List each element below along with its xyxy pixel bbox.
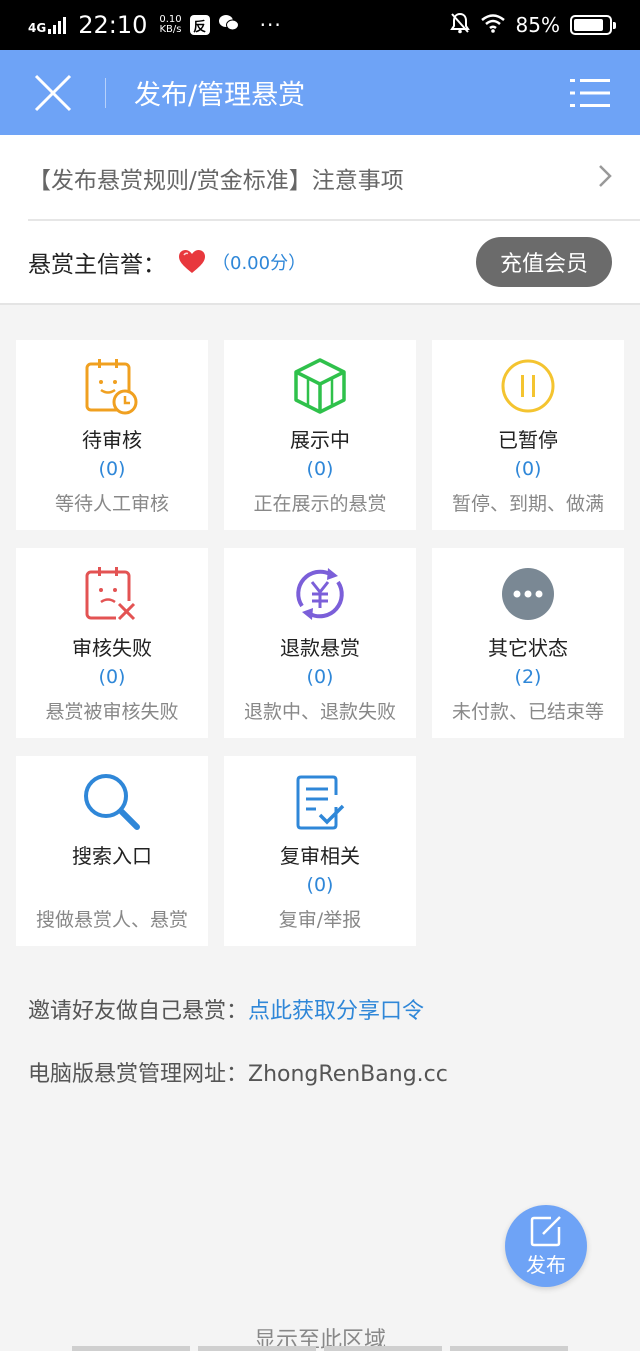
card-count: (0) (306, 458, 334, 480)
card-title: 审核失败 (72, 636, 152, 660)
page-title: 发布/管理悬赏 (134, 80, 306, 111)
pending-review-icon (16, 356, 208, 416)
card-desc: 悬赏被审核失败 (45, 701, 179, 723)
card-desc: 等待人工审核 (54, 493, 169, 515)
publish-button[interactable]: 发布 (505, 1205, 587, 1287)
menu-button[interactable] (540, 50, 640, 135)
title-bar: 发布/管理悬赏 (0, 50, 640, 135)
signal-bars-icon (48, 16, 67, 34)
invite-label: 邀请好友做自己悬赏： (28, 999, 249, 1024)
card-count: (0) (98, 458, 126, 480)
wifi-icon (480, 13, 506, 38)
refund-icon (224, 564, 416, 624)
card-count: (0) (514, 458, 542, 480)
card-title: 待审核 (82, 428, 142, 452)
battery-level (574, 19, 603, 31)
share-code-link[interactable]: 点此获取分享口令 (248, 999, 424, 1024)
credit-row: 悬赏主信誉： （0.00分） 充值会员 (0, 221, 640, 305)
rules-notice-text: 【发布悬赏规则/赏金标准】注意事项 (28, 168, 404, 194)
close-button[interactable] (0, 50, 106, 135)
more-notifications-icon: ··· (259, 13, 282, 37)
card-title: 复审相关 (280, 844, 360, 868)
recheck-icon (224, 772, 416, 832)
status-bar: 4G 22:10 0.10 KB/s 反 ··· 85% (0, 0, 640, 50)
card-count: (0) (306, 666, 334, 688)
card-title: 展示中 (290, 428, 350, 452)
invite-row: 邀请好友做自己悬赏：点此获取分享口令 (28, 993, 424, 1025)
card-title: 搜索入口 (72, 844, 152, 868)
card-desc: 未付款、已结束等 (451, 701, 604, 723)
app-notification-icon: 反 (189, 15, 210, 35)
card-desc: 退款中、退款失败 (243, 701, 396, 723)
cube-icon (224, 356, 416, 416)
card-desc: 暂停、到期、做满 (451, 493, 604, 515)
recharge-member-button[interactable]: 充值会员 (476, 237, 612, 287)
wechat-icon (218, 13, 240, 37)
card-recheck[interactable]: 复审相关 (0) 复审/举报 (224, 756, 416, 946)
network-speed: 0.10 KB/s (159, 15, 181, 35)
pc-url-row: 电脑版悬赏管理网址：ZhongRenBang.cc (28, 1056, 448, 1088)
card-pending-review[interactable]: 待审核 (0) 等待人工审核 (16, 340, 208, 530)
mute-bell-icon (449, 12, 470, 39)
pc-url: ZhongRenBang.cc (248, 1062, 448, 1087)
card-search[interactable]: 搜索入口 搜做悬赏人、悬赏 (16, 756, 208, 946)
signal-indicator: 4G (28, 16, 67, 35)
card-showing[interactable]: 展示中 (0) 正在展示的悬赏 (224, 340, 416, 530)
card-count: (0) (98, 666, 126, 688)
card-other-status[interactable]: 其它状态 (2) 未付款、已结束等 (432, 548, 624, 738)
list-menu-icon (570, 78, 610, 107)
card-desc: 复审/举报 (278, 909, 362, 931)
heart-icon (178, 249, 206, 279)
edit-icon (530, 1215, 561, 1246)
card-title: 退款悬赏 (280, 636, 360, 660)
card-review-failed[interactable]: 审核失败 (0) 悬赏被审核失败 (16, 548, 208, 738)
rules-notice-link[interactable]: 【发布悬赏规则/赏金标准】注意事项 (0, 135, 640, 221)
card-desc: 正在展示的悬赏 (253, 493, 387, 515)
pause-icon (432, 356, 624, 416)
battery-icon (570, 15, 616, 35)
review-failed-icon (16, 564, 208, 624)
credit-label: 悬赏主信誉： (28, 252, 166, 278)
bottom-tab-strip (72, 1346, 568, 1351)
battery-percent: 85% (515, 13, 560, 37)
card-title: 其它状态 (488, 636, 568, 660)
card-desc: 搜做悬赏人、悬赏 (35, 909, 188, 931)
credit-score: （0.00分） (212, 253, 307, 274)
card-title: 已暂停 (498, 428, 558, 452)
search-icon (16, 772, 208, 832)
card-paused[interactable]: 已暂停 (0) 暂停、到期、做满 (432, 340, 624, 530)
card-count: (2) (514, 666, 542, 688)
card-count: (0) (306, 874, 334, 896)
chevron-right-icon (598, 164, 612, 192)
publish-label: 发布 (526, 1252, 566, 1277)
clock: 22:10 (78, 11, 148, 39)
card-refund[interactable]: 退款悬赏 (0) 退款中、退款失败 (224, 548, 416, 738)
speed-unit: KB/s (159, 24, 182, 35)
close-icon (34, 74, 72, 111)
more-icon (432, 564, 624, 624)
network-type: 4G (28, 21, 47, 35)
pc-url-label: 电脑版悬赏管理网址： (28, 1062, 249, 1087)
